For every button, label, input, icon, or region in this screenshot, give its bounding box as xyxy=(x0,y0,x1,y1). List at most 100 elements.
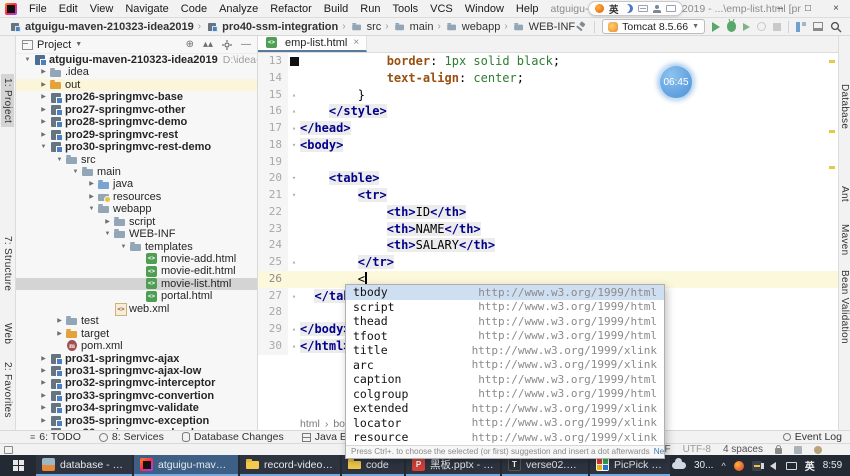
collapsed-arrow-icon[interactable]: ▶ xyxy=(86,191,97,203)
tree-item-pro32-springmvc-interceptor[interactable]: ▶pro32-springmvc-interceptor xyxy=(16,377,257,389)
close-button[interactable]: × xyxy=(822,0,850,18)
completion-item-resource[interactable]: resourcehttp://www.w3.org/1999/xlink xyxy=(346,430,664,445)
clock[interactable]: 8:59 xyxy=(823,460,842,471)
collapsed-arrow-icon[interactable]: ▶ xyxy=(54,328,65,340)
tree-item-pro29-springmvc-rest[interactable]: ▶pro29-springmvc-rest xyxy=(16,129,257,141)
tree-item-pom-xml[interactable]: pom.xml xyxy=(16,340,257,352)
stripe-item-1-project[interactable]: 1: Project xyxy=(1,74,14,127)
tree-item-portal-html[interactable]: portal.html xyxy=(16,290,257,302)
code-line-14[interactable]: 14 text-align: center; xyxy=(258,70,838,87)
weather-cloud-icon[interactable] xyxy=(672,462,686,469)
breadcrumb-item[interactable]: src xyxy=(350,21,382,33)
run-configuration-select[interactable]: Tomcat 8.5.66 ▼ xyxy=(602,19,705,34)
expanded-arrow-icon[interactable]: ▼ xyxy=(22,54,33,66)
breadcrumb-item[interactable]: WEB-INF xyxy=(512,21,575,33)
tray-ime-indicator[interactable]: 英 xyxy=(805,458,815,473)
status-circle-icon[interactable] xyxy=(814,446,822,454)
breadcrumb-item[interactable]: atguigu-maven-210323-idea2019 xyxy=(8,21,194,33)
encoding-widget[interactable]: UTF-8 xyxy=(683,444,711,455)
tree-item-web-xml[interactable]: web.xml xyxy=(16,303,257,315)
expanded-arrow-icon[interactable]: ▼ xyxy=(86,203,97,215)
stripe-item-bean-validation[interactable]: Bean Validation xyxy=(838,266,850,348)
tree-item--idea[interactable]: ▶.idea xyxy=(16,66,257,78)
menu-tools[interactable]: Tools xyxy=(386,3,424,15)
tray-expand-chevron[interactable]: ^ xyxy=(721,461,725,471)
toolwindow-button-8-services[interactable]: 8: Services xyxy=(99,431,164,443)
fold-marker-icon[interactable]: ▴ xyxy=(288,120,300,137)
stripe-item-database[interactable]: Database xyxy=(838,80,850,133)
expanded-arrow-icon[interactable]: ▼ xyxy=(102,228,113,240)
completion-item-colgroup[interactable]: colgrouphttp://www.w3.org/1999/html xyxy=(346,387,664,402)
completion-item-arc[interactable]: archttp://www.w3.org/1999/xlink xyxy=(346,358,664,373)
tree-item-atguigu-maven-210323-idea2019[interactable]: ▼atguigu-maven-210323-idea2019D:\idea-wo… xyxy=(16,54,257,66)
tree-item-test[interactable]: ▶test xyxy=(16,315,257,327)
code-line-15[interactable]: 15▴ } xyxy=(258,87,838,104)
menu-edit[interactable]: Edit xyxy=(53,3,84,15)
expanded-arrow-icon[interactable]: ▼ xyxy=(38,141,49,153)
menu-window[interactable]: Window xyxy=(459,3,510,15)
tree-item-resources[interactable]: ▶resources xyxy=(16,191,257,203)
weather-temp[interactable]: 30... xyxy=(694,460,713,471)
collapsed-arrow-icon[interactable]: ▶ xyxy=(38,66,49,78)
fold-marker-icon[interactable]: ▴ xyxy=(288,254,300,271)
stripe-item-2-favorites[interactable]: 2: Favorites xyxy=(1,358,14,422)
completion-item-extended[interactable]: extendedhttp://www.w3.org/1999/xlink xyxy=(346,401,664,416)
fold-marker-icon[interactable]: ▴ xyxy=(288,288,300,305)
minimize-button[interactable]: – xyxy=(766,0,794,18)
collapsed-arrow-icon[interactable]: ▶ xyxy=(102,216,113,228)
ime-language-indicator[interactable]: 英 xyxy=(609,2,619,16)
fold-marker-icon[interactable]: ▴ xyxy=(288,321,300,338)
tree-item-movie-add-html[interactable]: movie-add.html xyxy=(16,253,257,265)
tree-item-pro28-springmvc-demo[interactable]: ▶pro28-springmvc-demo xyxy=(16,116,257,128)
tree-item-pro33-springmvc-convertion[interactable]: ▶pro33-springmvc-convertion xyxy=(16,390,257,402)
search-everywhere-icon[interactable] xyxy=(830,21,842,33)
tree-item-movie-list-html[interactable]: movie-list.html xyxy=(16,278,257,290)
collapsed-arrow-icon[interactable]: ▶ xyxy=(38,390,49,402)
completion-item-title[interactable]: titlehttp://www.w3.org/1999/xlink xyxy=(346,343,664,358)
run-button[interactable] xyxy=(712,22,720,32)
collapsed-arrow-icon[interactable]: ▶ xyxy=(38,415,49,427)
run-with-coverage-button[interactable] xyxy=(743,23,750,31)
scrollbar-warning-mark[interactable] xyxy=(829,60,835,63)
debug-button[interactable] xyxy=(727,21,736,32)
menu-vcs[interactable]: VCS xyxy=(424,3,459,15)
tree-item-java[interactable]: ▶java xyxy=(16,178,257,190)
tree-item-script[interactable]: ▶script xyxy=(16,216,257,228)
tree-item-pro31-springmvc-ajax-low[interactable]: ▶pro31-springmvc-ajax-low xyxy=(16,365,257,377)
stripe-item-7-structure[interactable]: 7: Structure xyxy=(1,232,14,295)
chevron-down-icon[interactable]: ▼ xyxy=(75,41,82,48)
stripe-item-maven[interactable]: Maven xyxy=(838,220,850,260)
stop-button[interactable] xyxy=(773,23,781,31)
stripe-item-web[interactable]: Web xyxy=(1,319,14,348)
collapsed-arrow-icon[interactable]: ▶ xyxy=(38,79,49,91)
tree-item-web-inf[interactable]: ▼WEB-INF xyxy=(16,228,257,240)
gear-icon[interactable] xyxy=(222,40,232,50)
tool-window-quick-access-icon[interactable] xyxy=(4,446,13,454)
indent-widget[interactable]: 4 spaces xyxy=(723,444,763,455)
ime-person-icon[interactable] xyxy=(653,5,661,13)
code-line-13[interactable]: 13 border: 1px solid black; xyxy=(258,53,838,70)
collapsed-arrow-icon[interactable]: ▶ xyxy=(38,116,49,128)
fold-marker-icon[interactable]: ▴ xyxy=(288,87,300,104)
collapsed-arrow-icon[interactable]: ▶ xyxy=(38,104,49,116)
breadcrumb-item[interactable]: pro40-ssm-integration xyxy=(205,21,338,33)
hide-panel-icon[interactable]: — xyxy=(241,39,251,50)
network-monitor-icon[interactable] xyxy=(786,462,797,470)
ime-app-icon[interactable] xyxy=(595,4,604,13)
completion-item-script[interactable]: scripthttp://www.w3.org/1999/html xyxy=(346,300,664,315)
ime-wrench-icon[interactable] xyxy=(666,5,676,12)
close-icon[interactable]: × xyxy=(353,37,359,48)
lock-icon[interactable] xyxy=(775,448,782,454)
tree-item-pro31-springmvc-ajax[interactable]: ▶pro31-springmvc-ajax xyxy=(16,353,257,365)
fold-marker-icon[interactable]: ▾ xyxy=(288,187,300,204)
collapsed-arrow-icon[interactable]: ▶ xyxy=(38,402,49,414)
fold-marker-icon[interactable]: ▾ xyxy=(288,170,300,187)
code-line-23[interactable]: 23 <th>NAME</th> xyxy=(258,221,838,238)
tray-app-icon[interactable] xyxy=(734,461,744,471)
tree-item-pro30-springmvc-rest-demo[interactable]: ▼pro30-springmvc-rest-demo xyxy=(16,141,257,153)
ime-toolbar[interactable]: 英 xyxy=(588,1,683,16)
taskbar-button-3[interactable]: record-video-ori... xyxy=(240,455,340,476)
tree-item-pro34-springmvc-validate[interactable]: ▶pro34-springmvc-validate xyxy=(16,402,257,414)
breadcrumb-item[interactable]: webapp xyxy=(445,21,501,33)
tree-item-out[interactable]: ▶out xyxy=(16,79,257,91)
